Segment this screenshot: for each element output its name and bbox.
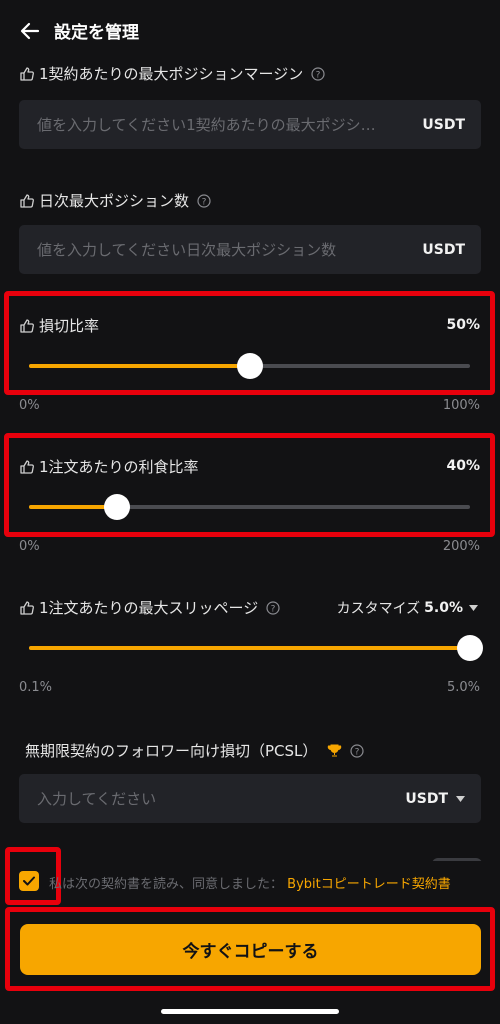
- svg-text:?: ?: [316, 70, 321, 80]
- help-icon[interactable]: ?: [350, 743, 365, 758]
- thumbs-up-icon: [20, 459, 34, 474]
- pcsl-label: 無期限契約のフォロワー向け損切（PCSL）: [25, 742, 318, 760]
- svg-text:?: ?: [202, 197, 207, 207]
- pcsl-label-row: 無期限契約のフォロワー向け損切（PCSL） ?: [25, 740, 365, 761]
- home-indicator: [161, 1009, 339, 1014]
- stop-loss-label: 損切比率: [39, 317, 100, 335]
- trophy-icon: [328, 744, 342, 757]
- take-profit-slider-handle[interactable]: [104, 494, 131, 520]
- thumbs-up-icon: [20, 66, 34, 81]
- pcsl-unit: USDT: [405, 790, 448, 807]
- stop-loss-slider-handle[interactable]: [236, 353, 263, 379]
- help-icon[interactable]: ?: [266, 600, 280, 615]
- daily-positions-unit: USDT: [422, 241, 465, 258]
- caret-down-icon: [456, 795, 465, 802]
- slippage-slider[interactable]: [29, 635, 483, 661]
- max-margin-label-row: 1契約あたりの最大ポジションマージン ?: [19, 63, 325, 84]
- slippage-label-row: 1注文あたりの最大スリッページ ?: [19, 597, 280, 618]
- agreement-checkbox[interactable]: [19, 871, 39, 891]
- slippage-max: 5.0%: [446, 680, 480, 695]
- thumbs-up-icon: [20, 193, 34, 208]
- help-icon[interactable]: ?: [311, 66, 325, 81]
- thumbs-up-icon: [20, 600, 34, 615]
- page-title: 設定を管理: [54, 23, 139, 43]
- svg-text:?: ?: [271, 604, 276, 614]
- take-profit-min: 0%: [19, 539, 40, 554]
- max-margin-label: 1契約あたりの最大ポジションマージン: [39, 65, 304, 83]
- slippage-slider-fill: [29, 646, 470, 650]
- thumbs-up-icon: [20, 318, 34, 333]
- max-margin-placeholder: 値を入力してください1契約あたりの最大ポジシ…: [37, 116, 376, 134]
- stop-loss-min: 0%: [19, 398, 40, 413]
- take-profit-highlight: [4, 433, 495, 537]
- header: 設定を管理: [18, 18, 139, 43]
- copy-now-button[interactable]: 今すぐコピーする: [20, 924, 481, 975]
- agreement-statement: 私は次の契約書を読み、同意しました：: [49, 877, 284, 892]
- max-margin-unit: USDT: [422, 116, 465, 133]
- slippage-mode-value: 5.0%: [424, 600, 463, 616]
- slippage-slider-handle[interactable]: [457, 635, 483, 661]
- checkmark-icon: [23, 876, 35, 886]
- stop-loss-value: 50%: [446, 317, 480, 333]
- caret-down-icon: [469, 605, 478, 611]
- take-profit-label: 1注文あたりの利食比率: [39, 458, 199, 476]
- pcsl-unit-dropdown[interactable]: USDT: [405, 791, 465, 807]
- take-profit-max: 200%: [442, 539, 480, 554]
- daily-positions-placeholder: 値を入力してください日次最大ポジション数: [37, 241, 337, 259]
- slippage-mode-dropdown[interactable]: カスタマイズ 5.0%: [337, 598, 478, 618]
- stop-loss-slider-fill: [29, 364, 250, 368]
- daily-positions-input[interactable]: 値を入力してください日次最大ポジション数 USDT: [19, 225, 481, 274]
- agreement-link[interactable]: Bybitコピートレード契約書: [287, 877, 451, 892]
- help-icon[interactable]: ?: [197, 193, 211, 208]
- stop-loss-highlight: [4, 291, 495, 395]
- take-profit-slider[interactable]: [29, 494, 470, 520]
- take-profit-value: 40%: [446, 458, 480, 474]
- max-margin-input[interactable]: 値を入力してください1契約あたりの最大ポジシ… USDT: [19, 100, 481, 149]
- agreement-text: 私は次の契約書を読み、同意しました： Bybitコピートレード契約書: [49, 873, 451, 892]
- stop-loss-max: 100%: [442, 398, 480, 413]
- svg-text:?: ?: [355, 747, 360, 757]
- slippage-label: 1注文あたりの最大スリッページ: [39, 599, 259, 617]
- pcsl-input[interactable]: 入力してください USDT: [19, 774, 481, 823]
- take-profit-label-row: 1注文あたりの利食比率: [19, 456, 199, 477]
- stop-loss-label-row: 損切比率: [19, 315, 99, 336]
- slippage-mode-label: カスタマイズ: [336, 601, 421, 617]
- daily-positions-label-row: 日次最大ポジション数 ?: [19, 190, 211, 211]
- stop-loss-slider[interactable]: [29, 353, 470, 379]
- daily-positions-label: 日次最大ポジション数: [39, 192, 190, 210]
- slippage-min: 0.1%: [19, 680, 53, 695]
- back-arrow-icon[interactable]: [18, 19, 42, 43]
- pcsl-placeholder: 入力してください: [37, 790, 157, 808]
